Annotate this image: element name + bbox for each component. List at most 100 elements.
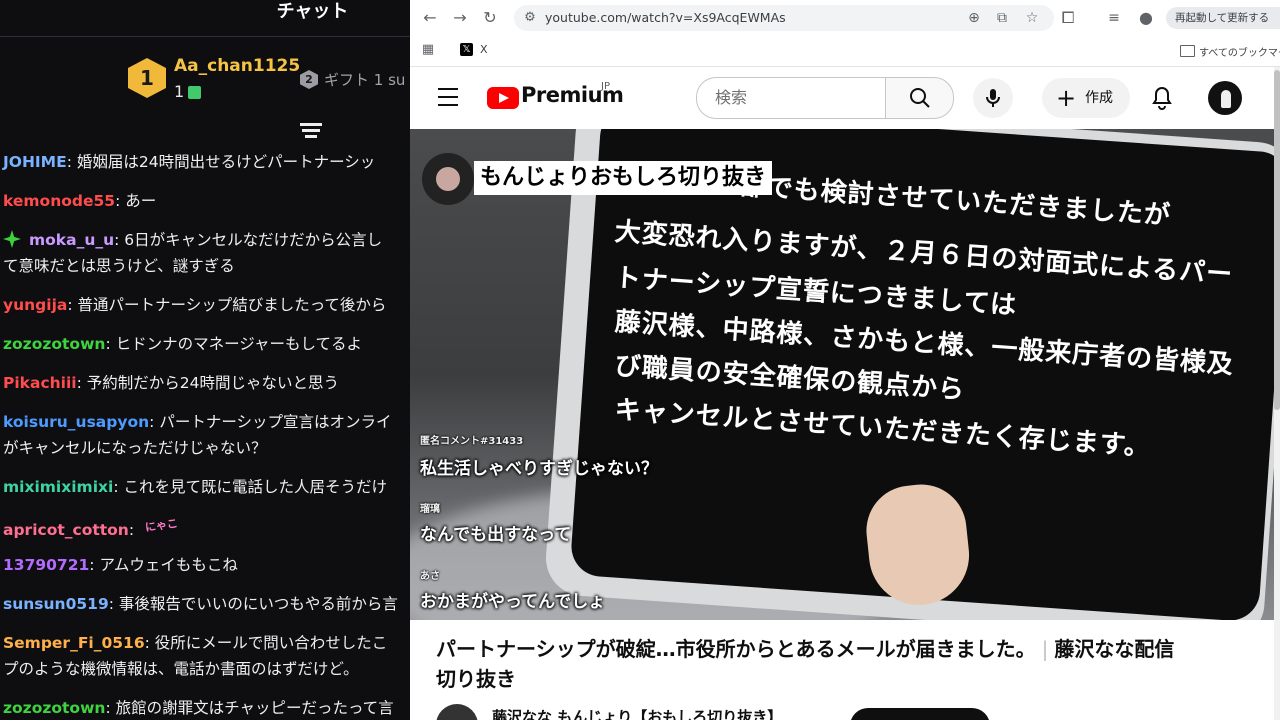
chat-text: あー <box>125 192 157 210</box>
chat-username[interactable]: apricot_cotton <box>3 521 129 539</box>
restart-update-button[interactable]: 再起動して更新する <box>1166 7 1280 29</box>
region-code: JP <box>601 81 610 92</box>
chat-message: Pikachiii: 予約制だから24時間じゃないと思う <box>3 374 339 392</box>
bookmark-x[interactable]: X <box>480 43 488 56</box>
chat-text: 普通パートナーシップ結びましたって後から <box>77 296 387 314</box>
viewer-comment-name: 瑠璃 <box>420 504 440 515</box>
search-button[interactable] <box>885 77 954 119</box>
chat-username[interactable]: Semper_Fi_0516 <box>3 634 145 652</box>
chat-username[interactable]: yungija <box>3 296 67 314</box>
chat-username[interactable]: miximiximixi <box>3 478 113 496</box>
divider <box>0 36 410 37</box>
subscribe-button[interactable] <box>850 708 990 720</box>
viewer-comment-name: 匿名コメント#31433 <box>420 436 524 447</box>
chat-message: yungija: 普通パートナーシップ結びましたって後から <box>3 296 387 314</box>
apps-grid-icon[interactable]: ▦ <box>418 40 438 60</box>
chat-username[interactable]: zozozotown <box>3 699 105 717</box>
chat-message: apricot_cotton: にゃこ <box>0 513 410 539</box>
chat-message: zozozotown: ヒドンナのマネージャーもしてるよ <box>3 335 363 353</box>
bookmark-star-icon[interactable]: ☆ <box>1022 8 1042 28</box>
chat-title: チャット <box>276 1 349 22</box>
search-icon <box>910 88 930 108</box>
chat-message: sunsun0519: 事後報告でいいのにいつもやる前から言 <box>3 595 398 613</box>
channel-overlay: もんじょりおもしろ切り抜き <box>418 153 773 205</box>
chat-text: 役所にメールで問い合わせしたこ <box>154 634 388 652</box>
x-favicon-icon: 𝕏 <box>460 43 473 56</box>
collapse-leaderboard-icon[interactable] <box>300 123 322 141</box>
all-bookmarks[interactable]: すべてのブックマーク <box>1199 44 1280 59</box>
channel-name[interactable]: 藤沢なな もんじょり【おもしろ切り抜き】 <box>492 706 782 720</box>
install-icon[interactable]: ⧉ <box>992 8 1012 28</box>
rank-2-badge-icon: 2 <box>300 70 318 89</box>
plus-icon: + <box>1056 84 1077 112</box>
leaderboard-count: 1 <box>174 82 185 101</box>
chat-username[interactable]: sunsun0519 <box>3 595 109 613</box>
voice-search-button[interactable] <box>973 78 1013 118</box>
chat-text: 旅館の謝罪文はチャッピーだったって言 <box>115 699 394 717</box>
site-info-icon[interactable]: ⚙ <box>520 8 540 28</box>
emote-nyako: にゃこ <box>144 516 179 535</box>
rank-1-badge-icon: 1 <box>128 58 166 98</box>
gift-leaderboard[interactable]: 1 Aa_chan1125 1 2 ギフト 1 su <box>128 56 410 106</box>
chat-text: アムウェイももこね <box>99 556 238 574</box>
menu-icon[interactable] <box>438 88 458 112</box>
viewer-comment-text: おかまがやってんでしょ <box>420 592 606 612</box>
account-avatar[interactable] <box>1208 81 1242 115</box>
chat-text: 6日がキャンセルなだけだから公言し <box>124 231 383 249</box>
chat-username[interactable]: Pikachiii <box>3 374 77 392</box>
scrollbar-thumb[interactable] <box>1274 70 1280 410</box>
gift-icon <box>188 86 201 99</box>
back-icon[interactable]: ← <box>420 8 440 28</box>
video-title-main: パートナーシップが破綻…市役所からとあるメールが届きました。 <box>436 637 1036 661</box>
sparkle-badge-icon <box>3 230 21 248</box>
youtube-header: Premium JP + 作成 <box>410 67 1280 129</box>
chat-username[interactable]: koisuru_usapyon <box>3 413 149 431</box>
reading-list-icon[interactable]: ≡ <box>1104 8 1124 28</box>
chat-username[interactable]: zozozotown <box>3 335 105 353</box>
leaderboard-user: Aa_chan1125 <box>174 56 301 76</box>
youtube-logo-icon[interactable] <box>487 87 519 109</box>
reload-icon[interactable]: ↻ <box>480 8 500 28</box>
chat-message: miximiximixi: これを見て既に電話した人居そうだけ <box>3 478 387 496</box>
chat-message: Semper_Fi_0516: 役所にメールで問い合わせしたこ プのような機微情報… <box>3 634 388 678</box>
chat-username[interactable]: kemonode55 <box>3 192 115 210</box>
chat-text-cont: がキャンセルになっただけじゃない？ <box>3 439 267 457</box>
chat-message: moka_u_u: 6日がキャンセルなだけだから公言し て意味だとは思うけど、謎す… <box>3 230 383 275</box>
extensions-icon[interactable]: ⧠ <box>1058 8 1078 28</box>
chat-message: zozozotown: 旅館の謝罪文はチャッピーだったって言 <box>3 699 394 717</box>
chat-username[interactable]: JOHIME <box>3 153 67 171</box>
viewer-comment-name: あさ <box>420 571 440 582</box>
address-bar[interactable]: ⚙ youtube.com/watch?v=Xs9AcqEWMAs ⊕ ⧉ ☆ <box>514 5 1054 31</box>
profile-icon[interactable]: ● <box>1136 8 1156 28</box>
browser-toolbar: ← → ↻ ⚙ youtube.com/watch?v=Xs9AcqEWMAs … <box>410 0 1280 36</box>
chat-text: パートナーシップ宣言はオンライ <box>159 413 392 431</box>
chat-text: 婚姻届は24時間出せるけどパートナーシッ <box>76 153 376 171</box>
search-box[interactable] <box>696 77 885 119</box>
forward-icon[interactable]: → <box>450 8 470 28</box>
channel-mascot-icon <box>422 153 474 205</box>
search-input[interactable] <box>713 87 877 108</box>
chat-text-cont: て意味だとは思うけど、謎すぎる <box>3 257 235 275</box>
create-button[interactable]: + 作成 <box>1042 78 1130 118</box>
video-player[interactable]: 部でも検討させていただきましたが 大変恐れ入りますが、２月６日の対面式によるパー… <box>410 129 1280 620</box>
chat-text: これを見て既に電話した人居そうだけ <box>123 478 387 496</box>
mic-icon <box>986 89 1000 107</box>
chat-panel: チャット 1 Aa_chan1125 1 2 ギフト 1 su JOHIME: … <box>0 0 410 720</box>
chat-message-list: JOHIME: 婚姻届は24時間出せるけどパートナーシッ kemonode55:… <box>0 149 410 720</box>
create-label: 作成 <box>1085 90 1113 106</box>
chat-username[interactable]: moka_u_u <box>29 231 114 249</box>
browser-window: ← → ↻ ⚙ youtube.com/watch?v=Xs9AcqEWMAs … <box>410 0 1280 720</box>
chat-username[interactable]: 13790721 <box>3 556 89 574</box>
video-title-line2: 切り抜き <box>436 667 516 691</box>
url-text[interactable]: youtube.com/watch?v=Xs9AcqEWMAs <box>545 5 786 31</box>
folder-icon <box>1180 45 1195 57</box>
channel-overlay-label: もんじょりおもしろ切り抜き <box>474 161 773 195</box>
zoom-icon[interactable]: ⊕ <box>964 8 984 28</box>
chat-message: 13790721: アムウェイももこね <box>3 556 238 574</box>
chat-text: 事後報告でいいのにいつもやる前から言 <box>118 595 398 613</box>
channel-avatar[interactable] <box>436 704 478 720</box>
chat-message: koisuru_usapyon: パートナーシップ宣言はオンライ がキャンセルにな… <box>3 413 392 457</box>
chat-text-cont: プのような機微情報は、電話か書面のはずだけど。 <box>3 660 359 678</box>
notifications-bell-icon[interactable] <box>1150 85 1174 111</box>
chat-message: JOHIME: 婚姻届は24時間出せるけどパートナーシッ <box>3 153 376 171</box>
